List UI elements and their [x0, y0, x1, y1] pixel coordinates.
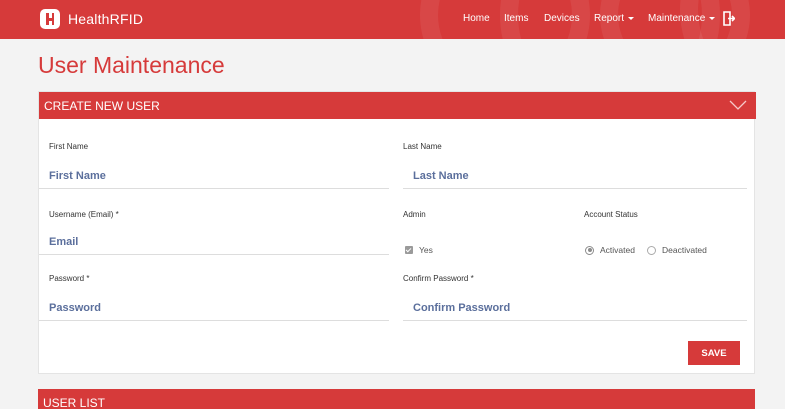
password-field-wrap	[39, 295, 389, 321]
panel-title: CREATE NEW USER	[44, 99, 160, 113]
email-field-wrap	[39, 229, 389, 255]
logout-icon[interactable]	[723, 11, 735, 26]
status-deactivated-label: Deactivated	[662, 245, 707, 255]
admin-label: Admin	[403, 210, 426, 219]
nav-home[interactable]: Home	[463, 13, 490, 24]
user-list-title: USER LIST	[43, 396, 106, 409]
radio-selected-icon	[585, 245, 594, 255]
email-input[interactable]	[39, 229, 389, 254]
first-name-field-wrap	[39, 163, 389, 189]
save-button[interactable]: SAVE	[688, 341, 740, 365]
create-user-panel-header[interactable]: CREATE NEW USER	[39, 92, 756, 119]
nav-maintenance-label: Maintenance	[648, 13, 706, 24]
page-title: User Maintenance	[38, 52, 225, 78]
first-name-input[interactable]	[39, 163, 389, 188]
caret-down-icon	[709, 16, 716, 20]
nav-report-label: Report	[594, 13, 625, 24]
last-name-label: Last Name	[403, 142, 442, 151]
page: HealthRFID Home Items Devices Report Mai…	[0, 0, 785, 409]
password-label: Password *	[49, 274, 90, 283]
account-status-label: Account Status	[584, 210, 638, 219]
password-input[interactable]	[39, 295, 389, 320]
main-nav: Home Items Devices Report Maintenance	[0, 0, 785, 39]
chevron-down-icon[interactable]	[729, 99, 747, 111]
last-name-field-wrap	[403, 163, 747, 189]
first-name-label: First Name	[49, 142, 89, 151]
confirm-password-label: Confirm Password *	[403, 274, 474, 283]
admin-yes-checkbox[interactable]: Yes	[405, 245, 433, 255]
nav-maintenance[interactable]: Maintenance	[648, 13, 716, 24]
status-deactivated-radio[interactable]: Deactivated	[647, 245, 707, 255]
create-user-panel: CREATE NEW USER First Name Last Name Use…	[38, 91, 756, 374]
nav-items[interactable]: Items	[504, 13, 528, 24]
navbar: HealthRFID Home Items Devices Report Mai…	[0, 0, 785, 39]
nav-report[interactable]: Report	[594, 13, 635, 24]
last-name-input[interactable]	[403, 163, 747, 188]
confirm-password-input[interactable]	[403, 295, 747, 320]
username-label: Username (Email) *	[49, 210, 119, 219]
user-list-panel-header[interactable]: USER LIST	[38, 389, 755, 409]
status-activated-radio[interactable]: Activated	[585, 245, 635, 255]
status-activated-label: Activated	[600, 245, 635, 255]
nav-devices[interactable]: Devices	[544, 13, 580, 24]
confirm-password-field-wrap	[403, 295, 747, 321]
checkbox-checked-icon	[405, 246, 413, 254]
admin-yes-label: Yes	[419, 245, 433, 255]
radio-unselected-icon	[647, 245, 656, 255]
caret-down-icon	[628, 16, 635, 20]
